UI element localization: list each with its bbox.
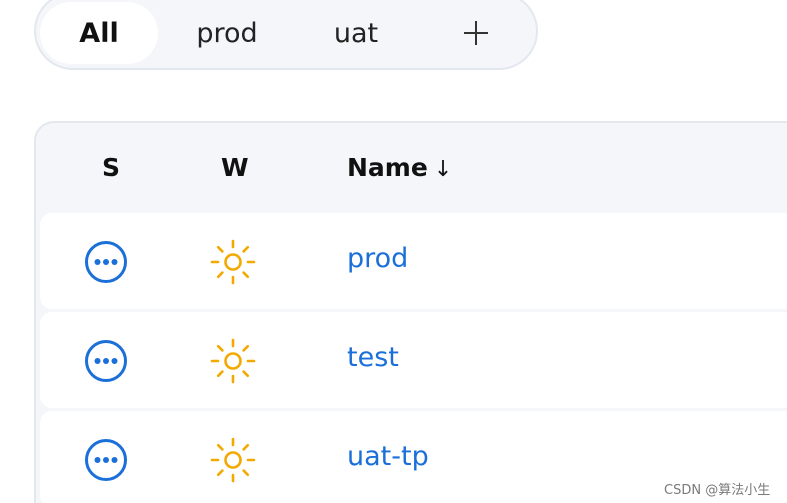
column-header-status[interactable]: S (102, 153, 120, 182)
sun-icon (210, 239, 256, 285)
table-header: S W Name ↓ (36, 123, 787, 213)
job-name-link[interactable]: prod (347, 243, 408, 274)
sun-icon (210, 437, 256, 483)
watermark: CSDN @算法小生 (664, 483, 771, 498)
jobs-table: S W Name ↓ prod test uat-tp (34, 121, 787, 503)
tab-uat[interactable]: uat (306, 2, 406, 64)
column-header-name-label: Name (347, 153, 428, 182)
sun-icon (210, 338, 256, 384)
table-row: test (40, 312, 787, 408)
job-name-link[interactable]: uat-tp (347, 441, 429, 472)
more-circle-icon[interactable] (84, 438, 128, 482)
view-tabs: All prod uat (34, 0, 538, 70)
tab-prod[interactable]: prod (176, 2, 278, 64)
job-name-link[interactable]: test (347, 342, 399, 373)
more-circle-icon[interactable] (84, 339, 128, 383)
table-row: prod (40, 213, 787, 309)
more-circle-icon[interactable] (84, 240, 128, 284)
sort-descending-icon: ↓ (433, 157, 453, 182)
column-header-weather[interactable]: W (221, 153, 249, 182)
plus-icon (464, 21, 488, 45)
page: All prod uat S W Name ↓ prod test uat-tp… (0, 0, 787, 503)
tab-all[interactable]: All (40, 2, 158, 64)
add-tab-button[interactable] (452, 2, 500, 64)
column-header-name[interactable]: Name ↓ (347, 153, 452, 182)
